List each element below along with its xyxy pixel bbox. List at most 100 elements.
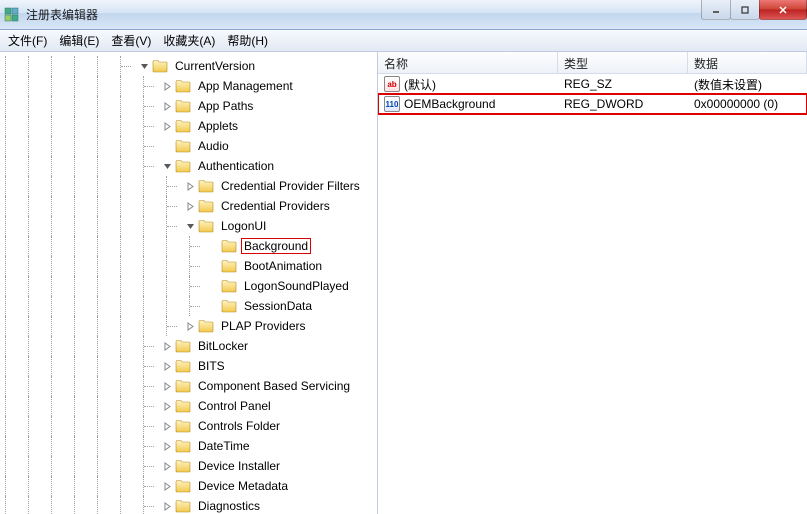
tree-label[interactable]: CurrentVersion — [172, 58, 258, 74]
tree-node[interactable]: CurrentVersion — [0, 56, 377, 76]
tree-label[interactable]: Device Metadata — [195, 478, 291, 494]
tree-node[interactable]: DateTime — [0, 436, 377, 456]
tree-label[interactable]: PLAP Providers — [218, 318, 309, 334]
tree-node[interactable]: Credential Providers — [0, 196, 377, 216]
expander[interactable] — [161, 360, 173, 372]
folder-icon — [198, 199, 214, 213]
tree-node[interactable]: Device Installer — [0, 456, 377, 476]
expander[interactable] — [207, 300, 219, 312]
tree-label[interactable]: BITS — [195, 358, 228, 374]
menu-help[interactable]: 帮助(H) — [221, 29, 274, 52]
list-row[interactable]: 110OEMBackgroundREG_DWORD0x00000000 (0) — [378, 94, 807, 114]
reg-string-icon: ab — [384, 76, 400, 92]
tree-label[interactable]: Diagnostics — [195, 498, 263, 514]
tree-label[interactable]: App Paths — [195, 98, 256, 114]
expander[interactable] — [207, 260, 219, 272]
column-header-type[interactable]: 类型 — [558, 52, 688, 73]
tree-node[interactable]: Component Based Servicing — [0, 376, 377, 396]
tree-node[interactable]: Audio — [0, 136, 377, 156]
tree-label[interactable]: Component Based Servicing — [195, 378, 353, 394]
tree-label[interactable]: BitLocker — [195, 338, 251, 354]
tree-label[interactable]: LogonUI — [218, 218, 269, 234]
folder-icon — [175, 119, 191, 133]
folder-icon — [221, 279, 237, 293]
menu-file[interactable]: 文件(F) — [2, 29, 53, 52]
close-button[interactable] — [759, 0, 807, 20]
tree-node[interactable]: BITS — [0, 356, 377, 376]
tree-label[interactable]: Control Panel — [195, 398, 274, 414]
menu-favorites[interactable]: 收藏夹(A) — [157, 29, 221, 52]
tree-node[interactable]: LogonUI — [0, 216, 377, 236]
tree-label[interactable]: LogonSoundPlayed — [241, 278, 352, 294]
expander[interactable] — [161, 440, 173, 452]
tree-node[interactable]: Device Metadata — [0, 476, 377, 496]
expand-icon — [163, 462, 172, 471]
expander[interactable] — [161, 380, 173, 392]
tree-pane[interactable]: CurrentVersion App Management App Paths App… — [0, 52, 378, 514]
tree-node[interactable]: BootAnimation — [0, 256, 377, 276]
tree-label[interactable]: Applets — [195, 118, 241, 134]
expander[interactable] — [184, 200, 196, 212]
tree-label[interactable]: Device Installer — [195, 458, 283, 474]
folder-icon — [175, 139, 191, 153]
tree-node[interactable]: Control Panel — [0, 396, 377, 416]
collapse-icon — [163, 162, 172, 171]
expand-icon — [163, 342, 172, 351]
expand-icon — [163, 422, 172, 431]
tree-node[interactable]: Diagnostics — [0, 496, 377, 514]
tree-label[interactable]: Controls Folder — [195, 418, 283, 434]
expander[interactable] — [184, 320, 196, 332]
tree-label[interactable]: Credential Provider Filters — [218, 178, 363, 194]
folder-icon — [221, 259, 237, 273]
expander[interactable] — [161, 460, 173, 472]
expander[interactable] — [184, 220, 196, 232]
minimize-button[interactable] — [701, 0, 731, 20]
tree-node[interactable]: App Management — [0, 76, 377, 96]
expander[interactable] — [161, 400, 173, 412]
tree-node[interactable]: LogonSoundPlayed — [0, 276, 377, 296]
column-header-name[interactable]: 名称 — [378, 52, 558, 73]
tree-label[interactable]: Credential Providers — [218, 198, 333, 214]
tree-label[interactable]: Audio — [195, 138, 232, 154]
tree-node[interactable]: PLAP Providers — [0, 316, 377, 336]
expander[interactable] — [161, 480, 173, 492]
tree-node[interactable]: Controls Folder — [0, 416, 377, 436]
tree-label[interactable]: BootAnimation — [241, 258, 325, 274]
collapse-icon — [140, 62, 149, 71]
tree-node[interactable]: BitLocker — [0, 336, 377, 356]
tree-node[interactable]: Credential Provider Filters — [0, 176, 377, 196]
expander[interactable] — [161, 80, 173, 92]
expander[interactable] — [161, 100, 173, 112]
tree-label[interactable]: DateTime — [195, 438, 253, 454]
tree-label[interactable]: App Management — [195, 78, 296, 94]
expander[interactable] — [161, 160, 173, 172]
expander[interactable] — [161, 500, 173, 512]
expander[interactable] — [161, 140, 173, 152]
menu-view[interactable]: 查看(V) — [105, 29, 157, 52]
expand-icon — [163, 502, 172, 511]
tree-node[interactable]: Authentication — [0, 156, 377, 176]
expander[interactable] — [184, 180, 196, 192]
expander[interactable] — [161, 420, 173, 432]
tree-label[interactable]: Authentication — [195, 158, 277, 174]
tree-node[interactable]: SessionData — [0, 296, 377, 316]
tree-node[interactable]: Applets — [0, 116, 377, 136]
maximize-button[interactable] — [730, 0, 760, 20]
expander[interactable] — [207, 280, 219, 292]
tree-node[interactable]: App Paths — [0, 96, 377, 116]
tree-node[interactable]: Background — [0, 236, 377, 256]
expander[interactable] — [161, 340, 173, 352]
folder-icon — [175, 439, 191, 453]
value-name: OEMBackground — [404, 97, 495, 111]
expander[interactable] — [161, 120, 173, 132]
reg-dword-icon: 110 — [384, 96, 400, 112]
expander[interactable] — [207, 240, 219, 252]
tree-label[interactable]: Background — [241, 238, 311, 254]
expand-icon — [186, 202, 195, 211]
expander[interactable] — [138, 60, 150, 72]
list-row[interactable]: ab(默认)REG_SZ(数值未设置) — [378, 74, 807, 94]
folder-icon — [175, 79, 191, 93]
menu-edit[interactable]: 编辑(E) — [53, 29, 105, 52]
column-header-data[interactable]: 数据 — [688, 52, 807, 73]
tree-label[interactable]: SessionData — [241, 298, 315, 314]
